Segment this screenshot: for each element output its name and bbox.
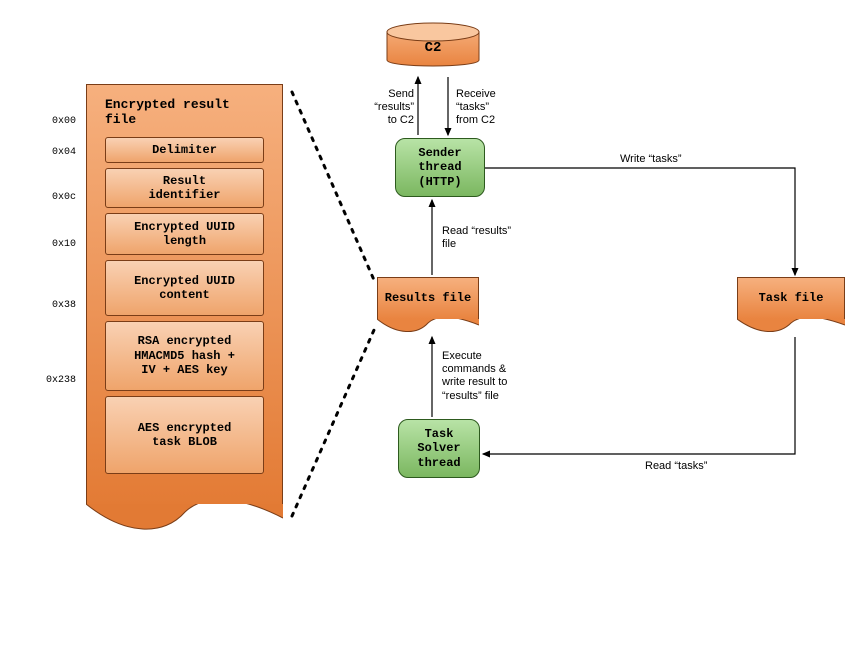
sender-thread-box: Sender thread (HTTP) (395, 138, 485, 197)
label-read-tasks: Read “tasks” (645, 460, 707, 473)
encrypted-result-file: Encrypted result file Delimiter Result i… (86, 84, 283, 538)
encrypted-file-title: Encrypted result file (105, 97, 264, 127)
label-receive-from-c2: Receive “tasks” from C2 (456, 88, 516, 128)
struct-row-4: RSA encrypted HMACMD5 hash + IV + AES ke… (105, 321, 264, 391)
label-read-results: Read “results” file (442, 225, 511, 251)
offset-4: 0x38 (52, 300, 76, 311)
struct-row-1: Result identifier (105, 168, 264, 208)
offset-0: 0x00 (52, 116, 76, 127)
label-exec-write: Execute commands & write result to “resu… (442, 350, 507, 403)
task-solver-box: Task Solver thread (398, 419, 480, 478)
label-write-tasks: Write “tasks” (620, 153, 682, 166)
offset-3: 0x10 (52, 239, 76, 250)
struct-row-5: AES encrypted task BLOB (105, 396, 264, 474)
label-send-to-c2: Send “results” to C2 (362, 88, 414, 128)
struct-row-2: Encrypted UUID length (105, 213, 264, 255)
offset-2: 0x0c (52, 192, 76, 203)
offset-1: 0x04 (52, 147, 76, 158)
struct-row-0: Delimiter (105, 137, 264, 163)
struct-row-3: Encrypted UUID content (105, 260, 264, 316)
offset-5: 0x238 (46, 375, 76, 386)
c2-label: C2 (387, 36, 479, 60)
results-file: Results file (377, 277, 479, 335)
task-file: Task file (737, 277, 845, 335)
